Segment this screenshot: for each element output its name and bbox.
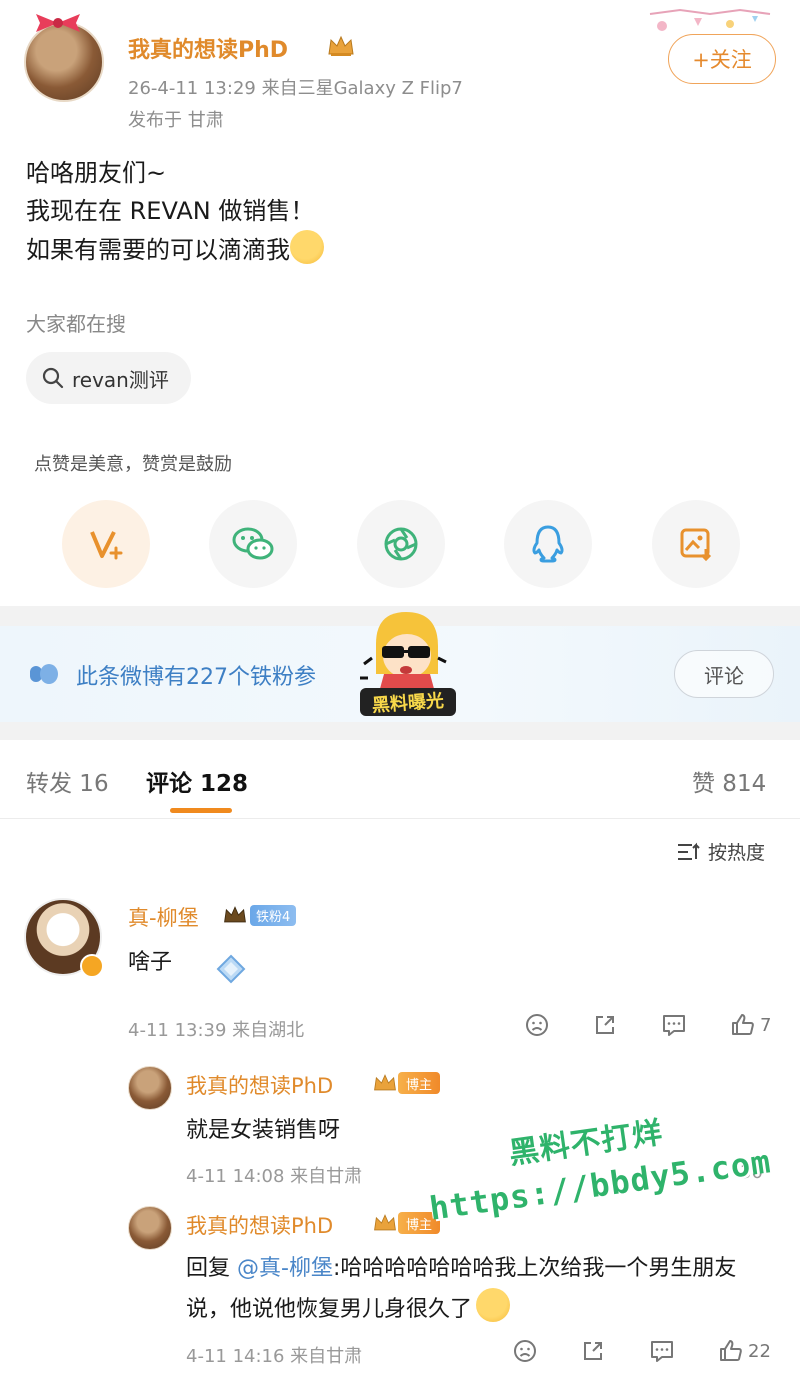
like-count: 7	[760, 1014, 772, 1036]
replier-avatar[interactable]	[128, 1206, 172, 1250]
trending-search-chip[interactable]: revan测评	[26, 352, 191, 404]
replier-avatar[interactable]	[128, 1066, 172, 1110]
comment-button[interactable]: 评论	[674, 650, 774, 698]
tabs-divider	[0, 818, 800, 819]
reply-meta: 4-11 14:16 来自甘肃	[186, 1346, 363, 1367]
wink-emoji-icon	[290, 230, 324, 264]
frown-icon	[526, 1014, 548, 1036]
save-image-icon	[680, 528, 712, 562]
crown-badge-icon	[374, 1214, 396, 1231]
sort-icon	[678, 842, 700, 860]
dislike-button[interactable]	[524, 1012, 550, 1038]
post-line: 如果有需要的可以滴滴我	[26, 230, 324, 269]
bow-decoration-icon	[36, 14, 80, 32]
trending-search-label: 大家都在搜	[26, 312, 126, 336]
commenter-name[interactable]: 真-柳堡	[128, 902, 199, 932]
frown-icon	[514, 1340, 536, 1362]
reply-prefix: 回复	[186, 1256, 231, 1281]
author-name[interactable]: 我真的想读PhD	[128, 32, 288, 64]
dislike-button[interactable]	[512, 1338, 538, 1364]
reply-meta: 4-11 14:08 来自甘肃	[186, 1166, 363, 1187]
decorative-sticker	[649, 8, 771, 31]
post-line: 哈咯朋友们~	[26, 159, 167, 187]
post-line-text: 如果有需要的可以滴滴我	[26, 236, 290, 264]
share-qq-button[interactable]	[504, 500, 592, 588]
crown-badge-icon	[224, 906, 246, 923]
fan-banner-text: 此条微博有227个铁粉参	[76, 665, 316, 690]
like-button[interactable]: 22	[718, 1338, 771, 1364]
thumbs-up-icon	[732, 1014, 754, 1035]
fan-level-badge: 铁粉4	[250, 905, 297, 926]
reply-actions: 22	[512, 1338, 771, 1364]
search-icon	[42, 367, 64, 389]
tab-like[interactable]: 赞 814	[692, 764, 766, 798]
reward-tip: 点赞是美意，赞赏是鼓励	[34, 454, 232, 475]
reward-button[interactable]	[62, 500, 150, 588]
comment-bubble-icon	[663, 1015, 685, 1036]
comment-bubble-icon	[651, 1341, 673, 1362]
comment-meta: 4-11 13:39 来自湖北	[128, 1020, 305, 1041]
share-comment-button[interactable]	[592, 1012, 618, 1038]
tab-repost[interactable]: 转发 16	[26, 764, 109, 798]
trending-search-text: revan测评	[72, 367, 169, 392]
post-line: 我现在在 REVAN 做销售！	[26, 197, 315, 225]
reply-button[interactable]	[648, 1338, 676, 1364]
moments-icon	[384, 527, 418, 561]
follow-button[interactable]: +关注	[668, 34, 776, 84]
qq-icon	[532, 525, 564, 563]
fan-icon	[30, 664, 58, 684]
like-button[interactable]: 7	[730, 1012, 771, 1038]
wechat-icon	[232, 527, 274, 560]
smile-emoji-icon	[476, 1288, 511, 1322]
reply-text: 就是女装销售呀	[186, 1118, 341, 1143]
crown-badge-icon	[328, 35, 354, 56]
post-content: 哈咯朋友们~ 我现在在 REVAN 做销售！ 如果有需要的可以滴滴我	[26, 154, 324, 269]
tab-comment[interactable]: 评论 128	[146, 764, 248, 798]
author-avatar[interactable]	[24, 22, 104, 102]
share-icon	[596, 1016, 614, 1034]
author-badge: 博主	[398, 1072, 441, 1094]
cartoon-sticker-icon: 黑料曝光	[360, 612, 456, 716]
post-meta: 26-4-11 13:29 来自三星Galaxy Z Flip7	[128, 78, 463, 99]
reply-button[interactable]	[660, 1012, 688, 1038]
sort-label: 按热度	[708, 842, 766, 864]
like-count: 22	[748, 1340, 771, 1362]
thumbs-up-icon	[720, 1340, 742, 1361]
share-comment-button[interactable]	[580, 1338, 606, 1364]
comment-actions: 7	[524, 1012, 771, 1038]
share-moments-button[interactable]	[357, 500, 445, 588]
crown-badge-icon	[374, 1074, 396, 1091]
share-icon	[584, 1342, 602, 1360]
replier-name[interactable]: 我真的想读PhD	[186, 1070, 333, 1100]
mention-link[interactable]: @真-柳堡	[237, 1256, 333, 1281]
sort-button[interactable]: 按热度	[676, 838, 765, 865]
section-divider	[0, 722, 800, 740]
replier-name[interactable]: 我真的想读PhD	[186, 1210, 333, 1240]
post-location: 发布于 甘肃	[128, 110, 224, 131]
diamond-emoji-icon	[216, 954, 246, 984]
comment-text: 啥子	[128, 950, 173, 975]
reward-v-icon	[90, 531, 123, 560]
save-image-button[interactable]	[652, 500, 740, 588]
active-tab-indicator	[170, 808, 232, 813]
reply-text: 回复 @真-柳堡:哈哈哈哈哈哈哈我上次给我一个男生朋友说，他说他恢复男儿身很久了	[186, 1250, 766, 1329]
share-wechat-button[interactable]	[209, 500, 297, 588]
verified-badge-icon	[80, 954, 104, 978]
